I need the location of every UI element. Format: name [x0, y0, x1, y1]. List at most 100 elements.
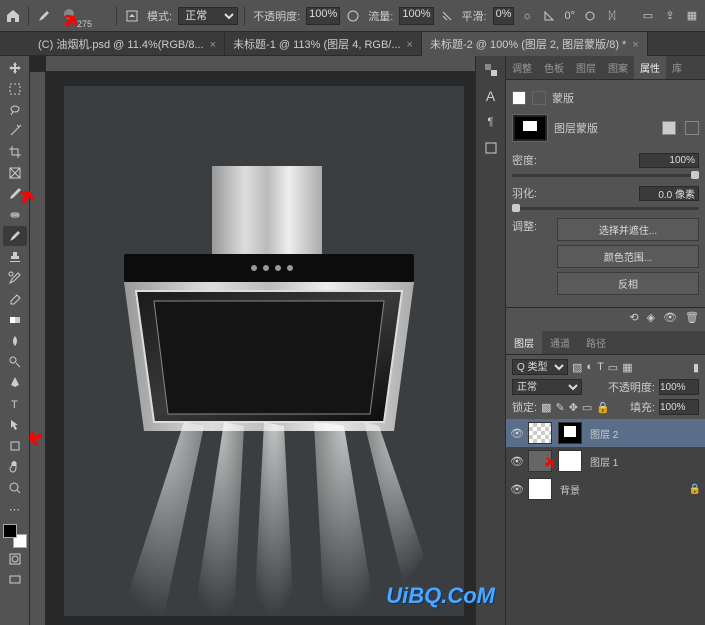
lock-all-icon[interactable]: 🔒 — [596, 401, 610, 414]
layer-name[interactable]: 图层 2 — [590, 426, 618, 441]
tab-swatches[interactable]: 色板 — [538, 56, 570, 79]
fill-input[interactable] — [659, 399, 699, 415]
filter-toggle[interactable]: ▮ — [693, 361, 699, 374]
pressure-size-icon[interactable] — [581, 7, 599, 25]
layer-opacity-input[interactable] — [659, 379, 699, 395]
doc-tab-2[interactable]: 未标题-2 @ 100% (图层 2, 图层蒙版/8) *× — [422, 32, 648, 56]
close-icon[interactable]: × — [632, 39, 638, 51]
tab-layers[interactable]: 图层 — [506, 331, 542, 354]
glyph-panel-icon[interactable] — [481, 138, 501, 158]
path-select-tool[interactable] — [3, 415, 27, 435]
pressure-opacity-icon[interactable] — [344, 7, 362, 25]
share-icon[interactable]: ⇪ — [661, 7, 679, 25]
layer-row-2[interactable]: 👁 背景 🔒 — [506, 475, 705, 503]
wand-tool[interactable] — [3, 121, 27, 141]
tab-channels[interactable]: 通道 — [542, 331, 578, 354]
tab-patterns[interactable]: 图案 — [602, 56, 634, 79]
airbrush-icon[interactable] — [438, 7, 456, 25]
tab-layers-top[interactable]: 图层 — [570, 56, 602, 79]
layer-row-1[interactable]: 👁 图层 1 — [506, 447, 705, 475]
brush-panel-icon[interactable] — [123, 7, 141, 25]
delete-mask-icon[interactable]: 🗑 — [685, 311, 699, 324]
mask-thumbnail[interactable] — [558, 450, 582, 472]
frame-tool[interactable] — [3, 163, 27, 183]
layer-thumbnail[interactable] — [528, 478, 552, 500]
hand-tool[interactable] — [3, 457, 27, 477]
color-swatches[interactable] — [3, 524, 27, 548]
ruler-vertical[interactable] — [30, 72, 46, 625]
layer-filter-select[interactable]: Q 类型 — [512, 359, 568, 375]
disable-mask-icon[interactable]: 👁 — [663, 311, 677, 324]
apply-mask-icon[interactable]: ◈ — [647, 311, 655, 324]
brush-tool[interactable] — [3, 226, 27, 246]
char-panel-icon[interactable]: A — [481, 86, 501, 106]
visibility-icon[interactable]: 👁 — [510, 427, 524, 440]
lock-artboard-icon[interactable]: ▭ — [582, 401, 592, 414]
brush-tool-icon[interactable] — [35, 7, 53, 25]
layer-thumbnail[interactable] — [528, 450, 552, 472]
doc-tab-0[interactable]: (C) 油烟机.psd @ 11.4%(RGB/8...× — [30, 32, 225, 56]
layer-name[interactable]: 图层 1 — [590, 454, 618, 469]
tab-paths[interactable]: 路径 — [578, 331, 614, 354]
pen-tool[interactable] — [3, 373, 27, 393]
blur-tool[interactable] — [3, 331, 27, 351]
doc-tab-1[interactable]: 未标题-1 @ 113% (图层 4, RGB/...× — [225, 32, 422, 56]
load-sel-icon[interactable]: ⟲ — [629, 311, 638, 324]
density-slider[interactable] — [512, 174, 699, 177]
visibility-icon[interactable]: 👁 — [510, 483, 524, 496]
filter-shape-icon[interactable]: ▭ — [608, 361, 618, 374]
invert-button[interactable]: 反相 — [557, 272, 699, 295]
visibility-icon[interactable]: 👁 — [510, 455, 524, 468]
smoothing-options-icon[interactable]: ☼ — [518, 7, 536, 25]
crop-tool[interactable] — [3, 142, 27, 162]
lock-trans-icon[interactable]: ▩ — [541, 401, 551, 414]
tab-adjust[interactable]: 调整 — [506, 56, 538, 79]
para-panel-icon[interactable]: ¶ — [481, 112, 501, 132]
edit-toolbar-icon[interactable]: ⋯ — [3, 499, 27, 519]
flow-value[interactable]: 100% — [399, 7, 433, 25]
smoothing-value[interactable]: 0% — [493, 7, 515, 25]
filter-adjust-icon[interactable]: ◐ — [586, 361, 593, 373]
layer-thumbnail[interactable] — [528, 422, 552, 444]
ruler-horizontal[interactable] — [46, 56, 475, 72]
vector-mask-icon[interactable] — [532, 91, 546, 105]
vector-mask-btn[interactable] — [685, 121, 699, 135]
close-icon[interactable]: × — [407, 39, 413, 51]
gradient-tool[interactable] — [3, 310, 27, 330]
lasso-tool[interactable] — [3, 100, 27, 120]
layer-mask-btn[interactable] — [662, 121, 676, 135]
lock-pos-icon[interactable]: ✥ — [569, 401, 578, 414]
filter-type-icon[interactable]: T — [597, 361, 604, 373]
symmetry-icon[interactable]: ᛞ — [603, 7, 621, 25]
mask-thumbnail[interactable] — [512, 114, 548, 142]
angle-icon[interactable] — [540, 7, 558, 25]
tab-libraries[interactable]: 库 — [666, 56, 688, 79]
home-icon[interactable] — [4, 7, 22, 25]
dodge-tool[interactable] — [3, 352, 27, 372]
filter-smart-icon[interactable]: ▦ — [622, 361, 632, 374]
zoom-tool[interactable] — [3, 478, 27, 498]
move-tool[interactable] — [3, 58, 27, 78]
filter-image-icon[interactable]: ▧ — [572, 361, 582, 374]
pixel-mask-icon[interactable] — [512, 91, 526, 105]
history-brush-tool[interactable] — [3, 268, 27, 288]
mask-thumbnail[interactable] — [558, 422, 582, 444]
layer-name[interactable]: 背景 — [560, 482, 580, 497]
layer-row-0[interactable]: 👁 图层 2 — [506, 419, 705, 447]
blend-mode-select[interactable]: 正常 — [512, 379, 582, 395]
lock-paint-icon[interactable]: ✎ — [555, 401, 564, 414]
cloud-icon[interactable]: ▭ — [639, 7, 657, 25]
stamp-tool[interactable] — [3, 247, 27, 267]
density-input[interactable] — [639, 153, 699, 168]
select-mask-button[interactable]: 选择并遮住... — [557, 218, 699, 241]
angle-value[interactable]: 0° — [564, 10, 575, 22]
tab-properties[interactable]: 属性 — [634, 56, 666, 79]
workspace-icon[interactable]: ▦ — [683, 7, 701, 25]
feather-slider[interactable] — [512, 207, 699, 210]
quickmask-icon[interactable] — [3, 549, 27, 569]
heal-tool[interactable] — [3, 205, 27, 225]
marquee-tool[interactable] — [3, 79, 27, 99]
screenmode-icon[interactable] — [3, 570, 27, 590]
eraser-tool[interactable] — [3, 289, 27, 309]
color-panel-icon[interactable] — [481, 60, 501, 80]
